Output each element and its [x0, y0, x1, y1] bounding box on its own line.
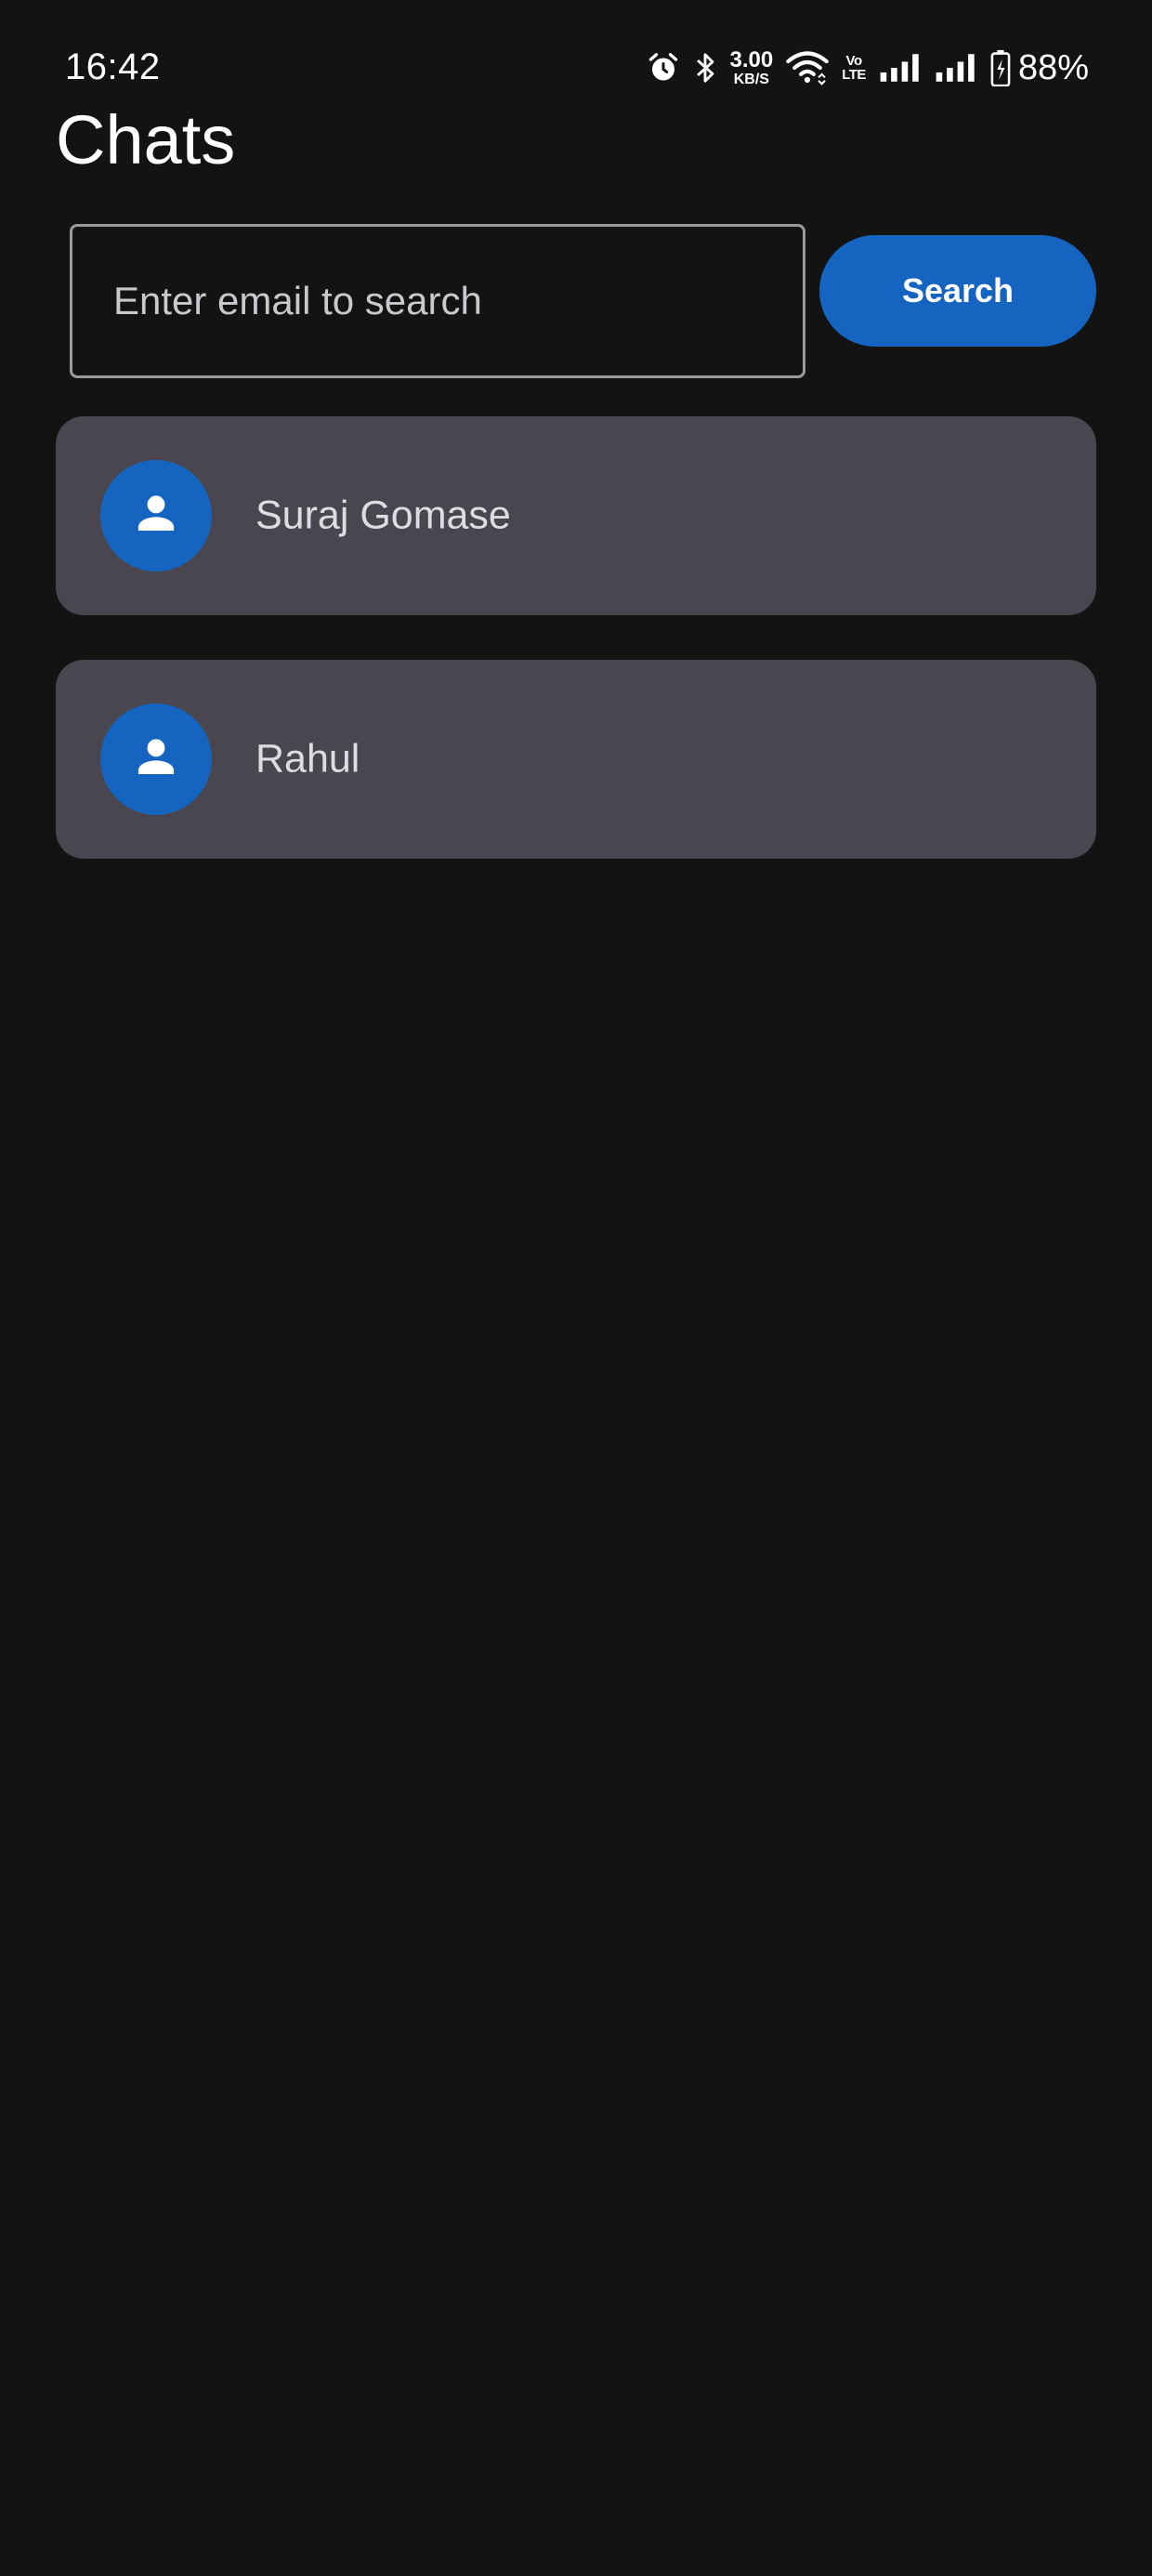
- status-icons: 3.00 KB/S Vo LTE 88%: [647, 45, 1089, 91]
- volte-icon: Vo LTE: [842, 53, 866, 83]
- battery-charging-icon: [990, 49, 1011, 86]
- avatar: [100, 703, 212, 815]
- battery-percent: 88%: [1017, 47, 1089, 87]
- network-speed: 3.00 KB/S: [729, 46, 774, 87]
- avatar: [100, 460, 212, 572]
- alarm-icon: [647, 51, 680, 85]
- search-button[interactable]: Search: [819, 235, 1096, 347]
- chat-contact-name: Rahul: [255, 736, 360, 782]
- chat-contact-name: Suraj Gomase: [255, 493, 511, 538]
- signal-icon: [935, 52, 977, 84]
- status-bar: 16:42 3.00 KB/S Vo LTE 88%: [0, 0, 1152, 102]
- bluetooth-icon: [693, 50, 717, 85]
- chat-list-item[interactable]: Suraj Gomase: [56, 416, 1096, 615]
- person-icon: [131, 489, 181, 544]
- signal-icon: [879, 52, 922, 84]
- wifi-icon: [786, 50, 830, 85]
- page-title: Chats: [56, 101, 236, 178]
- status-time: 16:42: [65, 46, 161, 87]
- email-search-input[interactable]: [70, 224, 805, 378]
- person-icon: [131, 732, 181, 787]
- chat-list-item[interactable]: Rahul: [56, 660, 1096, 859]
